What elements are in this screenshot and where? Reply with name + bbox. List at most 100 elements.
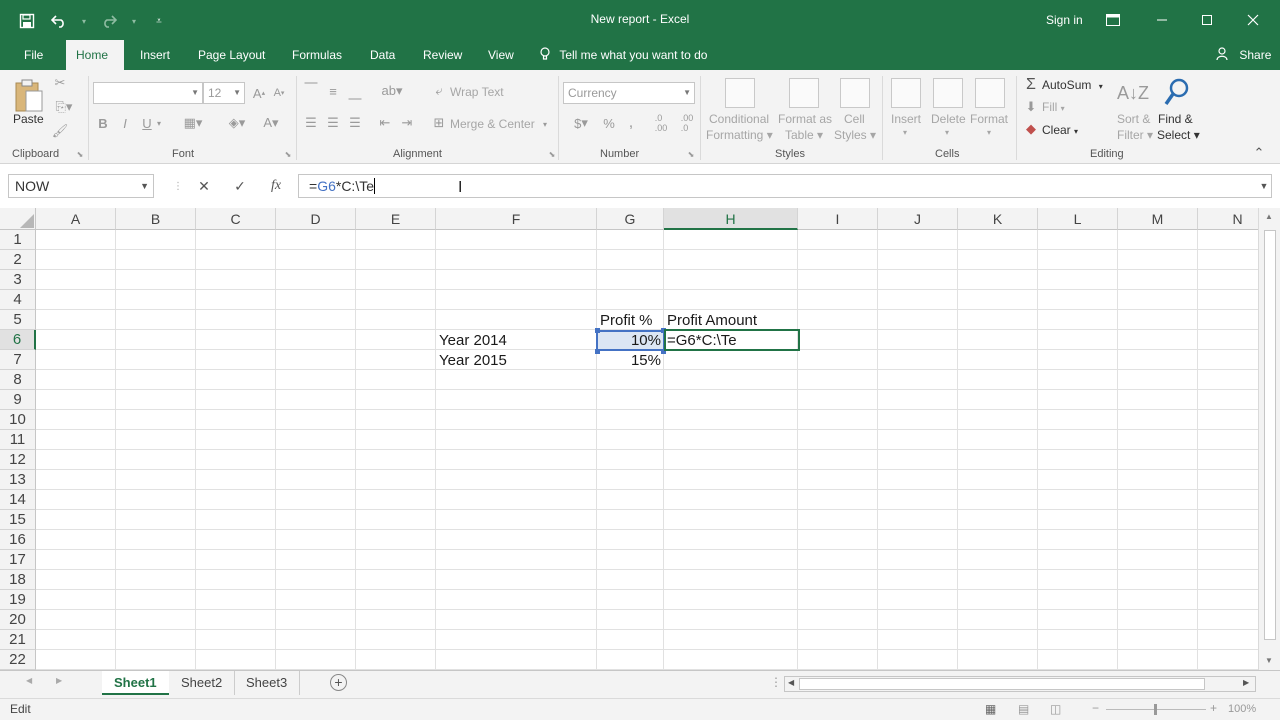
- conditional-formatting-icon[interactable]: [725, 78, 755, 108]
- row-header-4[interactable]: 4: [0, 290, 36, 310]
- tab-file[interactable]: File: [14, 40, 53, 70]
- row-header-14[interactable]: 14: [0, 490, 36, 510]
- decrease-indent-icon[interactable]: ⇤: [376, 114, 394, 132]
- row-header-18[interactable]: 18: [0, 570, 36, 590]
- vertical-scroll-thumb[interactable]: [1264, 230, 1276, 640]
- decrease-decimal-icon[interactable]: .00.0: [676, 113, 698, 133]
- format-cells-label[interactable]: Format: [970, 112, 1008, 126]
- cell-h6[interactable]: =G6*C:\Te: [664, 330, 740, 350]
- sort-filter-icon[interactable]: A↓Z: [1117, 78, 1149, 108]
- cell-styles-icon[interactable]: [840, 78, 870, 108]
- row-header-2[interactable]: 2: [0, 250, 36, 270]
- column-header-f[interactable]: F: [436, 208, 597, 230]
- underline-dropdown-icon[interactable]: ▾: [154, 114, 164, 132]
- format-painter-icon[interactable]: 🖌: [50, 122, 70, 140]
- cell-f7[interactable]: Year 2015: [436, 350, 510, 370]
- paste-label[interactable]: Paste: [13, 112, 44, 126]
- delete-dropdown-icon[interactable]: ▾: [945, 128, 949, 137]
- format-as-label[interactable]: Format as: [778, 112, 832, 126]
- sign-in-link[interactable]: Sign in: [1046, 13, 1083, 27]
- scroll-left-icon[interactable]: ◀: [788, 678, 794, 687]
- scroll-right-icon[interactable]: ▶: [1243, 678, 1249, 687]
- column-header-n[interactable]: N: [1198, 208, 1258, 230]
- row-header-8[interactable]: 8: [0, 370, 36, 390]
- select-label[interactable]: Select ▾: [1157, 128, 1200, 142]
- autosum-button[interactable]: AutoSum ▾: [1042, 78, 1103, 92]
- align-right-icon[interactable]: ☰: [346, 114, 364, 132]
- column-header-l[interactable]: L: [1038, 208, 1118, 230]
- column-header-j[interactable]: J: [878, 208, 958, 230]
- increase-decimal-icon[interactable]: .0.00: [650, 113, 672, 133]
- worksheet-grid[interactable]: A B C D E F G H I J K L M N 1 2 3 4 5 6 7 8 9 10 11 12 13 14 15 16 17 1…: [0, 208, 1258, 670]
- zoom-in-icon[interactable]: +: [1210, 701, 1217, 715]
- row-header-12[interactable]: 12: [0, 450, 36, 470]
- formatting-label[interactable]: Formatting ▾: [706, 128, 773, 142]
- align-left-icon[interactable]: ☰: [302, 114, 320, 132]
- insert-cells-label[interactable]: Insert: [891, 112, 921, 126]
- increase-indent-icon[interactable]: ⇥: [398, 114, 416, 132]
- row-header-7[interactable]: 7: [0, 350, 36, 370]
- fill-color-icon[interactable]: ◈▾: [224, 114, 250, 132]
- customize-qat-icon[interactable]: ⩡: [146, 8, 172, 34]
- cancel-icon[interactable]: ✕: [192, 176, 216, 196]
- font-launcher-icon[interactable]: ⬊: [282, 148, 294, 160]
- font-name-combo[interactable]: ▼: [93, 82, 203, 104]
- font-color-icon[interactable]: A▾: [258, 114, 284, 132]
- table-label[interactable]: Table ▾: [785, 128, 823, 142]
- row-header-15[interactable]: 15: [0, 510, 36, 530]
- zoom-level[interactable]: 100%: [1228, 703, 1256, 715]
- cell-g6[interactable]: 10%: [597, 330, 664, 350]
- insert-function-icon[interactable]: fx: [264, 176, 288, 196]
- row-header-5[interactable]: 5: [0, 310, 36, 330]
- find-label[interactable]: Find &: [1158, 112, 1193, 126]
- tab-page-layout[interactable]: Page Layout: [188, 40, 275, 70]
- cell-label[interactable]: Cell: [844, 112, 865, 126]
- row-header-22[interactable]: 22: [0, 650, 36, 670]
- percent-style-button[interactable]: %: [600, 114, 618, 132]
- share-button[interactable]: Share: [1216, 40, 1271, 70]
- wrap-text-button[interactable]: Wrap Text: [450, 85, 504, 99]
- clipboard-launcher-icon[interactable]: ⬊: [74, 148, 86, 160]
- merge-center-button[interactable]: Merge & Center: [450, 117, 535, 131]
- format-dropdown-icon[interactable]: ▾: [987, 128, 991, 137]
- insert-cells-icon[interactable]: [891, 78, 921, 108]
- redo-icon[interactable]: [96, 8, 122, 34]
- borders-icon[interactable]: ▦▾: [180, 114, 206, 132]
- alignment-launcher-icon[interactable]: ⬊: [546, 148, 558, 160]
- row-header-3[interactable]: 3: [0, 270, 36, 290]
- row-header-16[interactable]: 16: [0, 530, 36, 550]
- column-header-m[interactable]: M: [1118, 208, 1198, 230]
- next-sheet-icon[interactable]: ▶: [56, 676, 62, 685]
- align-center-icon[interactable]: ☰: [324, 114, 342, 132]
- row-header-19[interactable]: 19: [0, 590, 36, 610]
- row-header-11[interactable]: 11: [0, 430, 36, 450]
- page-layout-view-icon[interactable]: ▤: [1018, 702, 1029, 716]
- expand-formula-bar-icon[interactable]: ▼: [1252, 176, 1276, 196]
- font-size-combo[interactable]: 12 ▼: [203, 82, 245, 104]
- italic-button[interactable]: I: [118, 114, 132, 132]
- increase-font-icon[interactable]: A ▴: [250, 84, 268, 102]
- tab-formulas[interactable]: Formulas: [282, 40, 352, 70]
- row-header-10[interactable]: 10: [0, 410, 36, 430]
- name-box[interactable]: NOW ▼: [8, 174, 154, 198]
- number-format-combo[interactable]: Currency ▼: [563, 82, 695, 104]
- row-header-20[interactable]: 20: [0, 610, 36, 630]
- insert-dropdown-icon[interactable]: ▾: [903, 128, 907, 137]
- wrap-text-icon[interactable]: ⤶: [430, 82, 448, 100]
- row-header-9[interactable]: 9: [0, 390, 36, 410]
- format-as-table-icon[interactable]: [789, 78, 819, 108]
- vertical-scrollbar[interactable]: ▲ ▼: [1258, 208, 1280, 670]
- autosum-icon[interactable]: Σ: [1022, 76, 1040, 94]
- formula-input[interactable]: =G6*C:\Te: [298, 174, 1272, 198]
- clear-button[interactable]: Clear ▾: [1042, 123, 1078, 137]
- row-header-1[interactable]: 1: [0, 230, 36, 250]
- tab-split-handle-icon[interactable]: ⋮: [770, 675, 782, 689]
- column-header-d[interactable]: D: [276, 208, 356, 230]
- row-header-17[interactable]: 17: [0, 550, 36, 570]
- fill-icon[interactable]: ⬇: [1022, 98, 1040, 116]
- normal-view-icon[interactable]: ▦: [985, 702, 996, 716]
- scroll-down-icon[interactable]: ▼: [1265, 656, 1273, 665]
- tab-review[interactable]: Review: [413, 40, 472, 70]
- format-cells-icon[interactable]: [975, 78, 1005, 108]
- comma-style-button[interactable]: ,: [622, 114, 640, 132]
